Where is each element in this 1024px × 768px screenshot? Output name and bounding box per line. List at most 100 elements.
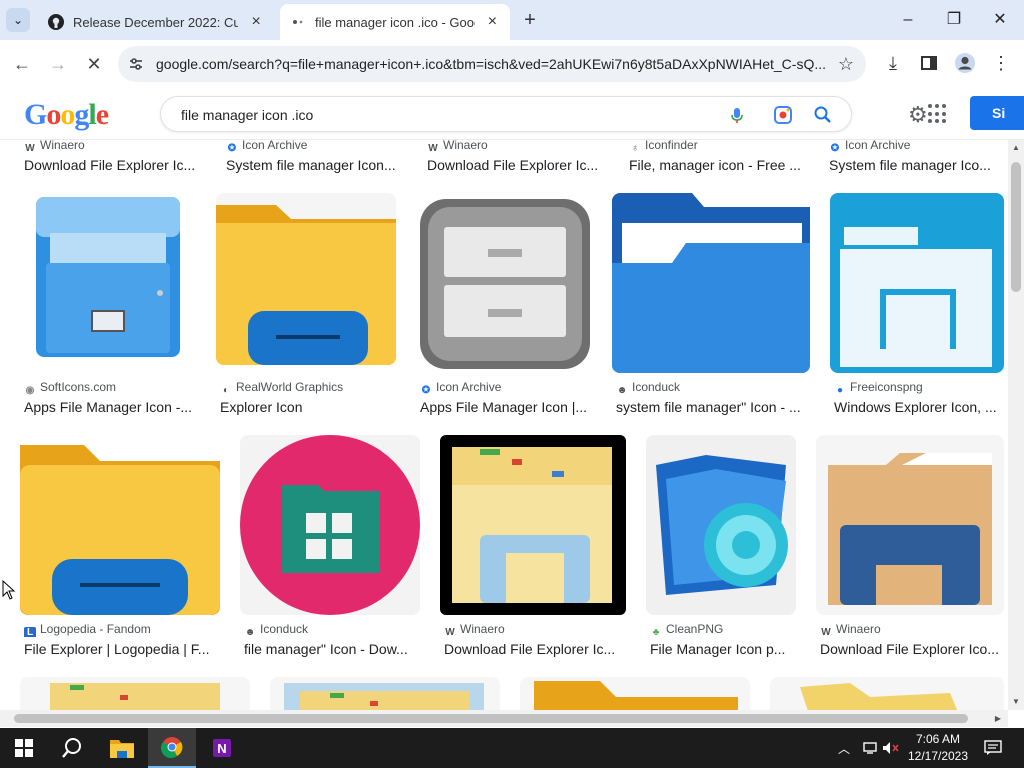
- file-explorer-icon[interactable]: [98, 728, 146, 768]
- result-thumbnail[interactable]: [20, 435, 220, 615]
- icon-archive-icon: ✪: [421, 385, 431, 395]
- iconduck-icon: ☻: [244, 627, 256, 637]
- result-thumbnail[interactable]: [520, 677, 750, 710]
- result-thumbnail[interactable]: [20, 193, 196, 373]
- side-panel-icon[interactable]: [918, 52, 940, 74]
- result-thumbnail[interactable]: [216, 193, 396, 365]
- result-caption[interactable]: ☻ Iconduck file manager" Icon - Dow...: [244, 621, 424, 659]
- settings-gear-icon[interactable]: ⚙: [908, 104, 928, 126]
- horizontal-scrollbar[interactable]: ▶: [0, 710, 1008, 727]
- scroll-right-icon[interactable]: ▶: [990, 710, 1006, 727]
- tab-file-manager-search[interactable]: file manager icon .ico - Google ×: [280, 4, 510, 40]
- menu-icon[interactable]: ⋮: [990, 52, 1012, 74]
- system-clock[interactable]: 7:06 AM 12/17/2023: [900, 731, 976, 765]
- voice-search-icon[interactable]: [727, 105, 747, 125]
- tab-list-icon[interactable]: ⌄: [6, 8, 30, 32]
- result-thumbnail[interactable]: [816, 435, 1004, 615]
- profile-icon[interactable]: [954, 52, 976, 74]
- scroll-thumb[interactable]: [14, 714, 968, 723]
- folder-partial-icon: [534, 681, 738, 710]
- scroll-down-icon[interactable]: ▼: [1008, 694, 1024, 710]
- tray-chevron-icon[interactable]: ︿: [838, 728, 850, 768]
- result-thumbnail[interactable]: [20, 677, 250, 710]
- google-logo[interactable]: Google: [24, 98, 109, 132]
- scroll-thumb[interactable]: [1011, 162, 1021, 292]
- winaero-icon: W: [25, 143, 35, 153]
- result-caption[interactable]: W Winaero Download File Explorer Ico...: [820, 621, 1004, 659]
- blue-folder-icon: [612, 193, 810, 373]
- svg-text:N: N: [217, 741, 226, 756]
- file-cabinet-blue-icon: [36, 197, 180, 357]
- close-icon[interactable]: ✕: [978, 6, 1022, 34]
- download-icon[interactable]: ⤓: [882, 52, 904, 74]
- windows-start-icon[interactable]: [0, 728, 48, 768]
- result-caption[interactable]: ◐ RealWorld Graphics Explorer Icon: [220, 379, 400, 417]
- scroll-up-icon[interactable]: ▲: [1008, 140, 1024, 156]
- search-icon[interactable]: [813, 105, 833, 125]
- softicons-icon: ◉: [25, 385, 35, 395]
- windows-explorer-icon: [840, 227, 992, 367]
- logopedia-icon: L: [24, 627, 36, 637]
- site-info-icon[interactable]: [126, 54, 146, 74]
- back-icon[interactable]: ←: [8, 50, 36, 78]
- result-thumbnail[interactable]: [646, 435, 796, 615]
- close-tab-icon[interactable]: ×: [485, 14, 500, 30]
- result-thumbnail[interactable]: [270, 677, 500, 710]
- chrome-icon[interactable]: [148, 728, 196, 768]
- result-caption[interactable]: ☻ Iconduck system file manager" Icon - ..…: [616, 379, 810, 417]
- result-caption[interactable]: ✪ Icon Archive Apps File Manager Icon |..…: [420, 379, 600, 417]
- github-icon: [48, 14, 64, 30]
- file-cabinet-gray-icon: [420, 199, 590, 369]
- lens-search-icon[interactable]: [773, 105, 793, 125]
- onenote-icon[interactable]: N: [198, 728, 246, 768]
- result-thumbnail[interactable]: [770, 677, 1004, 710]
- minimize-icon[interactable]: –: [886, 6, 930, 34]
- result-caption[interactable]: W Winaero Download File Explorer Ic...: [24, 140, 204, 175]
- search-icon[interactable]: [48, 728, 96, 768]
- mouse-cursor-icon: [2, 579, 16, 605]
- folder-partial-icon: [800, 683, 958, 710]
- volume-muted-icon[interactable]: [882, 728, 900, 768]
- result-caption[interactable]: W Winaero Download File Explorer Ic...: [427, 140, 607, 175]
- maximize-icon[interactable]: ❐: [932, 6, 976, 34]
- notifications-icon[interactable]: [984, 728, 1002, 768]
- apps-grid-icon[interactable]: [928, 104, 948, 124]
- vertical-scrollbar[interactable]: ▲ ▼: [1008, 140, 1024, 710]
- result-caption[interactable]: ◉ SoftIcons.com Apps File Manager Icon -.…: [24, 379, 204, 417]
- winaero-icon: W: [445, 627, 455, 637]
- result-caption[interactable]: ♁ Iconfinder File, manager icon - Free ..…: [629, 140, 809, 175]
- forward-icon[interactable]: →: [44, 50, 72, 78]
- image-results: W Winaero Download File Explorer Ic... ✪ I…: [0, 140, 1008, 710]
- result-caption[interactable]: ♣ CleanPNG File Manager Icon p...: [650, 621, 800, 659]
- stop-loading-icon[interactable]: ✕: [80, 50, 108, 78]
- result-thumbnail[interactable]: [612, 193, 810, 373]
- sign-in-button[interactable]: Si: [970, 96, 1024, 130]
- result-caption[interactable]: ✪ Icon Archive System file manager Icon..…: [226, 140, 406, 175]
- close-tab-icon[interactable]: ×: [248, 14, 264, 30]
- bookmark-star-icon[interactable]: ☆: [838, 54, 854, 74]
- folder-partial-icon: [284, 683, 484, 710]
- result-thumbnail[interactable]: [440, 435, 626, 615]
- address-bar[interactable]: google.com/search?q=file+manager+icon+.i…: [118, 46, 866, 82]
- folder-partial-icon: [50, 683, 220, 710]
- winaero-icon: W: [821, 627, 831, 637]
- tab-release-december[interactable]: Release December 2022: Cumu ×: [38, 4, 274, 40]
- result-caption[interactable]: W Winaero Download File Explorer Ic...: [444, 621, 624, 659]
- tab-title: file manager icon .ico - Google: [315, 14, 475, 30]
- result-caption[interactable]: ✪ Icon Archive System file manager Ico...: [829, 140, 999, 175]
- search-input[interactable]: file manager icon .ico: [181, 97, 313, 133]
- search-box[interactable]: file manager icon .ico: [160, 96, 852, 132]
- realworld-graphics-icon: ◐: [222, 385, 230, 395]
- file-explorer-folder-icon: [20, 445, 220, 615]
- taskbar: N ︿ 7:06 AM 12/17/2023: [0, 728, 1024, 768]
- url-text[interactable]: google.com/search?q=file+manager+icon+.i…: [156, 46, 836, 82]
- result-caption[interactable]: ● Freeiconspng Windows Explorer Icon, ...: [834, 379, 1004, 417]
- winaero-icon: W: [428, 143, 438, 153]
- clock-date: 12/17/2023: [907, 749, 969, 763]
- result-thumbnail[interactable]: [240, 435, 420, 615]
- result-thumbnail[interactable]: [418, 193, 592, 369]
- new-tab-icon[interactable]: +: [518, 8, 542, 32]
- result-caption[interactable]: L Logopedia - Fandom File Explorer | Logo…: [24, 621, 214, 659]
- result-thumbnail[interactable]: [830, 193, 1004, 373]
- network-icon[interactable]: [862, 728, 878, 768]
